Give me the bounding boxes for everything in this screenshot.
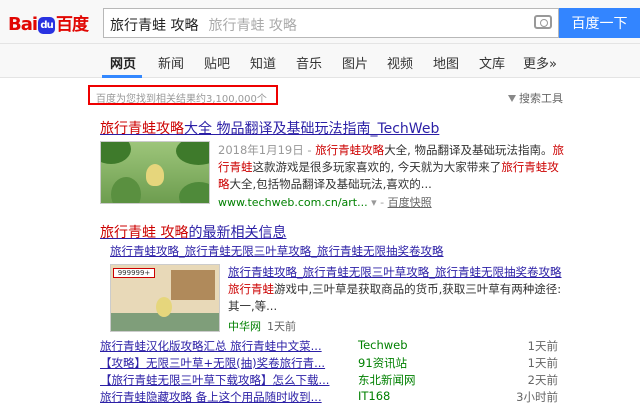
tab-map[interactable]: 地图: [433, 53, 459, 72]
news-item-title[interactable]: 【旅行青蛙无限三叶草下载攻略】怎么下载...: [100, 372, 329, 388]
news-item-title[interactable]: 【攻略】无限三叶草+无限(抽)奖卷旅行青...: [100, 355, 325, 371]
tab-news[interactable]: 新闻: [158, 53, 184, 72]
tab-more[interactable]: 更多»: [523, 53, 557, 72]
url-dropdown-icon[interactable]: ▾ -: [368, 196, 388, 209]
news-title-highlight: 旅行青蛙 攻略: [100, 225, 189, 241]
tab-music[interactable]: 音乐: [296, 53, 322, 72]
news-item-title[interactable]: 旅行青蛙汉化版攻略汇总 旅行青蛙中文菜...: [100, 338, 322, 354]
news-thumbnail[interactable]: 999999+: [110, 264, 220, 332]
result-title-rest: 大全 物品翻译及基础玩法指南_TechWeb: [184, 121, 440, 137]
search-input[interactable]: 旅行青蛙 攻略 旅行青蛙 攻略: [103, 8, 559, 38]
news-item-time: 1天前: [527, 339, 558, 353]
news-top-link[interactable]: 旅行青蛙攻略_旅行青蛙无限三叶草攻略_旅行青蛙无限抽奖卷攻略: [110, 243, 444, 259]
paw-icon: du: [38, 17, 56, 34]
news-item-title[interactable]: 旅行青蛙隐藏攻略 备上这个用品随时收到...: [100, 389, 322, 405]
news-item-time: 1天前: [527, 356, 558, 370]
tab-video[interactable]: 视频: [387, 53, 413, 72]
news-item-source: 东北新闻网: [358, 373, 416, 387]
result-url: www.techweb.com.cn/art... ▾ - 百度快照: [218, 194, 432, 210]
search-suggestion: 旅行青蛙 攻略: [208, 18, 297, 34]
results-count: 百度为您找到相关结果约3,100,000个: [96, 94, 267, 105]
news-snippet: 旅行青蛙攻略_旅行青蛙无限三叶草攻略_旅行青蛙无限抽奖卷攻略 旅行青蛙游戏中,三…: [228, 265, 562, 313]
news-item-time: 2天前: [527, 373, 558, 387]
news-item-source: 91资讯站: [358, 356, 408, 370]
logo-text-bai: Bai: [8, 14, 38, 35]
nav-tabs: 网页 新闻 贴吧 知道 音乐 图片 视频 地图 文库 更多»: [0, 44, 640, 78]
tab-web[interactable]: 网页: [110, 53, 136, 72]
news-time: 1天前: [267, 320, 296, 333]
news-list-item[interactable]: 旅行青蛙隐藏攻略 备上这个用品随时收到... IT168 3小时前: [100, 389, 560, 405]
news-list-item[interactable]: 【攻略】无限三叶草+无限(抽)奖卷旅行青... 91资讯站 1天前: [100, 355, 560, 371]
news-block-title-link[interactable]: 旅行青蛙 攻略的最新相关信息: [100, 222, 286, 242]
news-item-source: Techweb: [358, 338, 408, 352]
active-tab-indicator: [102, 75, 142, 78]
tab-zhidao[interactable]: 知道: [250, 53, 276, 72]
result-title-highlight: 旅行青蛙攻略: [100, 121, 184, 137]
search-tools-button[interactable]: 搜索工具: [508, 90, 563, 106]
header: Bai du 百度 旅行青蛙 攻略 旅行青蛙 攻略 百度一下: [0, 0, 640, 44]
results-count-box: 百度为您找到相关结果约3,100,000个: [88, 85, 278, 105]
tab-tieba[interactable]: 贴吧: [204, 53, 230, 72]
search-query: 旅行青蛙 攻略: [110, 18, 199, 34]
news-source: 中华网 1天前: [228, 318, 296, 334]
news-item-source: IT168: [358, 389, 391, 403]
result-snippet: 2018年1月19日 - 旅行青蛙攻略大全, 物品翻译及基础玩法指南。旅行青蛙这…: [218, 143, 564, 191]
tab-images[interactable]: 图片: [342, 53, 368, 72]
baidu-logo[interactable]: Bai du 百度: [8, 10, 96, 35]
logo-text-du: 百度: [56, 15, 89, 35]
news-title-rest: 的最新相关信息: [188, 225, 287, 241]
search-button[interactable]: 百度一下: [559, 8, 640, 38]
result-url-text[interactable]: www.techweb.com.cn/art...: [218, 196, 368, 209]
news-source-name: 中华网: [228, 320, 261, 333]
news-item-time: 3小时前: [516, 390, 558, 404]
result-thumbnail[interactable]: [100, 141, 210, 204]
tab-wenku[interactable]: 文库: [479, 53, 505, 72]
news-list-item[interactable]: 【旅行青蛙无限三叶草下载攻略】怎么下载... 东北新闻网 2天前: [100, 372, 560, 388]
news-list-item[interactable]: 旅行青蛙汉化版攻略汇总 旅行青蛙中文菜... Techweb 1天前: [100, 338, 560, 354]
clover-count-badge: 999999+: [113, 268, 155, 278]
camera-icon[interactable]: [534, 15, 552, 29]
result-title-link[interactable]: 旅行青蛙攻略大全 物品翻译及基础玩法指南_TechWeb: [100, 118, 439, 138]
search-tools-label: 搜索工具: [519, 92, 563, 105]
snapshot-link[interactable]: 百度快照: [388, 196, 432, 209]
